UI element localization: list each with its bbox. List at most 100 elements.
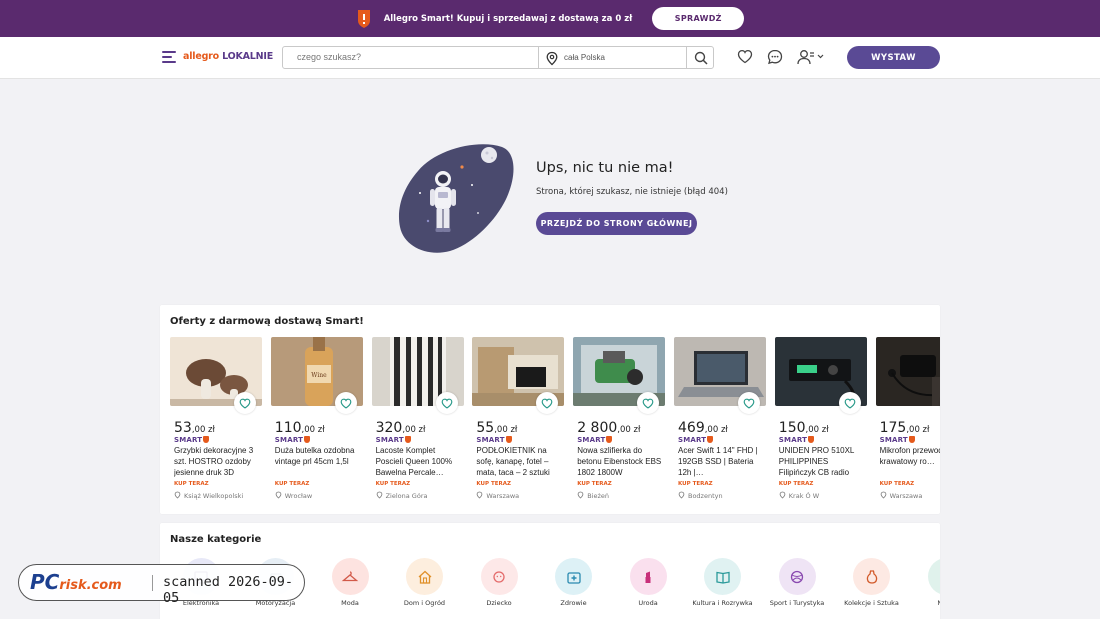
promo-bar: Allegro Smart! Kupuj i sprzedawaj z dost… xyxy=(0,0,1100,37)
category-item[interactable]: Dziecko xyxy=(463,558,535,607)
promo-check-button[interactable]: SPRAWDŹ xyxy=(652,7,745,30)
category-item[interactable]: Uroda xyxy=(612,558,684,607)
hanger-icon xyxy=(331,558,369,595)
smart-badge-icon xyxy=(808,436,815,443)
smart-badge: SMART xyxy=(678,436,714,444)
offer-title[interactable]: Mikrofon przewodowy krawatowy ro… xyxy=(880,446,940,479)
smart-badge: SMART xyxy=(275,436,311,444)
favorite-heart-icon[interactable] xyxy=(637,392,660,414)
offer-price: 320,00 zł xyxy=(375,420,426,436)
menu-icon[interactable] xyxy=(162,51,176,63)
location-pin-icon xyxy=(880,491,886,499)
offer-card[interactable]: 2 800,00 zł SMART Nowa szlifierka do beton… xyxy=(573,337,666,507)
offer-price: 175,00 zł xyxy=(879,420,930,436)
header: allegro LOKALNIE czego szukasz? cała Pol… xyxy=(0,37,1100,79)
logo-sub: LOKALNIE xyxy=(222,51,274,62)
astronaut-illustration xyxy=(398,144,514,253)
smart-badge: SMART xyxy=(779,436,815,444)
offer-title[interactable]: Acer Swift 1 14" FHD | 192GB SSD | Bater… xyxy=(678,446,766,479)
smart-badge-icon xyxy=(908,436,915,443)
category-item[interactable]: Nie… xyxy=(910,558,940,607)
offer-card[interactable]: 53,00 zł SMART Grzybki dekoracyjne 3 szt. … xyxy=(170,337,262,507)
baby-icon xyxy=(480,558,518,595)
favorite-heart-icon[interactable] xyxy=(536,392,559,414)
offer-title[interactable]: Nowa szlifierka do betonu Eibenstock EBS… xyxy=(577,446,665,479)
offer-title[interactable]: UNIDEN PRO 510XL PHILIPPINES Filipińczyk… xyxy=(779,446,867,479)
misc-icon xyxy=(927,558,940,595)
search-icon[interactable] xyxy=(694,51,708,65)
sell-button[interactable]: WYSTAW xyxy=(847,46,940,69)
house-icon xyxy=(406,558,443,595)
error-title: Ups, nic tu nie ma! xyxy=(536,160,674,176)
go-home-button[interactable]: PRZEJDŹ DO STRONY GŁÓWNEJ xyxy=(536,212,697,235)
smart-badge-icon xyxy=(404,436,411,443)
user-menu-icon[interactable] xyxy=(797,49,825,65)
logo[interactable]: allegro LOKALNIE xyxy=(183,51,273,62)
offer-price: 2 800,00 zł xyxy=(577,420,641,436)
watermark-text: scanned 2026-09-05 xyxy=(163,574,294,606)
category-item[interactable]: Kolekcje i Sztuka xyxy=(836,558,908,607)
buy-now-label: KUP TERAZ xyxy=(174,481,209,487)
offer-card[interactable]: 55,00 zł SMART PODŁOKIETNIK na sofę, kanap… xyxy=(472,337,565,507)
offer-title[interactable]: PODŁOKIETNIK na sofę, kanapę, fotel – ma… xyxy=(476,446,564,479)
smart-badge: SMART xyxy=(476,436,512,444)
chat-icon[interactable] xyxy=(767,49,783,65)
favorite-heart-icon[interactable] xyxy=(435,392,458,414)
category-item[interactable]: Kultura i Rozrywka xyxy=(687,558,759,607)
offer-location: Książ Wielkopolski xyxy=(174,491,243,500)
buy-now-label: KUP TERAZ xyxy=(274,481,310,487)
location-pin-icon xyxy=(678,491,685,499)
offer-price: 53,00 zł xyxy=(174,420,215,436)
error-subtitle: Strona, której szukasz, nie istnieje (bł… xyxy=(536,187,728,197)
buy-now-label: KUP TERAZ xyxy=(577,481,612,487)
offer-location: Wrocław xyxy=(275,491,312,500)
offer-price: 469,00 zł xyxy=(678,420,728,436)
search-input[interactable]: czego szukasz? xyxy=(297,52,361,62)
location-pin-icon xyxy=(275,491,282,499)
offer-card[interactable]: 175,00 złSMART Mikrofon przewodowy krawat… xyxy=(875,337,940,507)
location-pin-icon xyxy=(577,491,584,499)
category-item[interactable]: Zdrowie xyxy=(538,558,610,607)
category-item[interactable]: Moda xyxy=(314,558,386,607)
favorite-heart-icon[interactable] xyxy=(838,392,861,414)
smart-badge: SMART xyxy=(174,436,210,444)
categories-title: Nasze kategorie xyxy=(170,534,262,545)
offers-title: Oferty z darmową dostawą Smart! xyxy=(170,316,364,327)
offer-card[interactable]: 320,00 zł SMART Lacoste Komplet Poscieli Q… xyxy=(371,337,464,507)
smart-badge-icon xyxy=(707,436,714,443)
favorite-heart-icon[interactable] xyxy=(738,392,760,414)
smart-badge-icon xyxy=(606,436,613,443)
category-label: Uroda xyxy=(638,599,658,607)
category-label: Sport i Turystyka xyxy=(769,599,825,607)
offer-card[interactable]: 150,00 zł SMART UNIDEN PRO 510XL PHILIPPIN… xyxy=(774,337,867,507)
offer-price: 150,00 zł xyxy=(778,420,829,436)
buy-now-label: KUP TERAZ xyxy=(778,481,814,487)
offer-card[interactable]: Wine 110,00 zł SMART Duża butelka ozdobna v… xyxy=(270,337,363,507)
watermark-logo: PCrisk.com xyxy=(30,570,122,594)
promo-text: Allegro Smart! Kupuj i sprzedawaj z dost… xyxy=(383,13,633,24)
category-label: Kultura i Rozrywka xyxy=(692,599,753,607)
search-bar: czego szukasz? cała Polska xyxy=(282,46,714,69)
location-pin-icon xyxy=(779,491,786,499)
vase-icon xyxy=(853,558,890,595)
category-item[interactable]: Dom i Ogród xyxy=(389,558,461,607)
offer-title[interactable]: Lacoste Komplet Poscieli Queen 100% Bawe… xyxy=(376,446,464,479)
category-item[interactable]: Sport i Turystyka xyxy=(761,558,833,607)
offer-location: Zielona Góra xyxy=(376,491,427,500)
offer-title[interactable]: Duża butelka ozdobna vintage prl 45cm 1,… xyxy=(275,446,363,479)
offer-price: 110,00 zł xyxy=(274,420,325,436)
logo-main: allegro xyxy=(183,51,219,62)
smart-badge-icon xyxy=(203,436,210,443)
offer-title[interactable]: Grzybki dekoracyjne 3 szt. HOSTRO ozdoby… xyxy=(174,446,262,479)
location-pin-icon xyxy=(546,51,558,66)
favorite-heart-icon[interactable] xyxy=(334,392,357,414)
offer-location: Bieżeń xyxy=(577,491,609,500)
location-pin-icon xyxy=(174,491,181,499)
favorite-heart-icon[interactable] xyxy=(234,392,256,414)
offer-image[interactable] xyxy=(875,337,940,406)
offer-card[interactable]: 469,00 zł SMART Acer Swift 1 14" FHD | 192… xyxy=(674,337,766,507)
location-pin-icon xyxy=(376,491,382,499)
buy-now-label: KUP TERAZ xyxy=(375,481,411,487)
heart-icon[interactable] xyxy=(737,49,753,64)
location-input[interactable]: cała Polska xyxy=(564,53,605,62)
